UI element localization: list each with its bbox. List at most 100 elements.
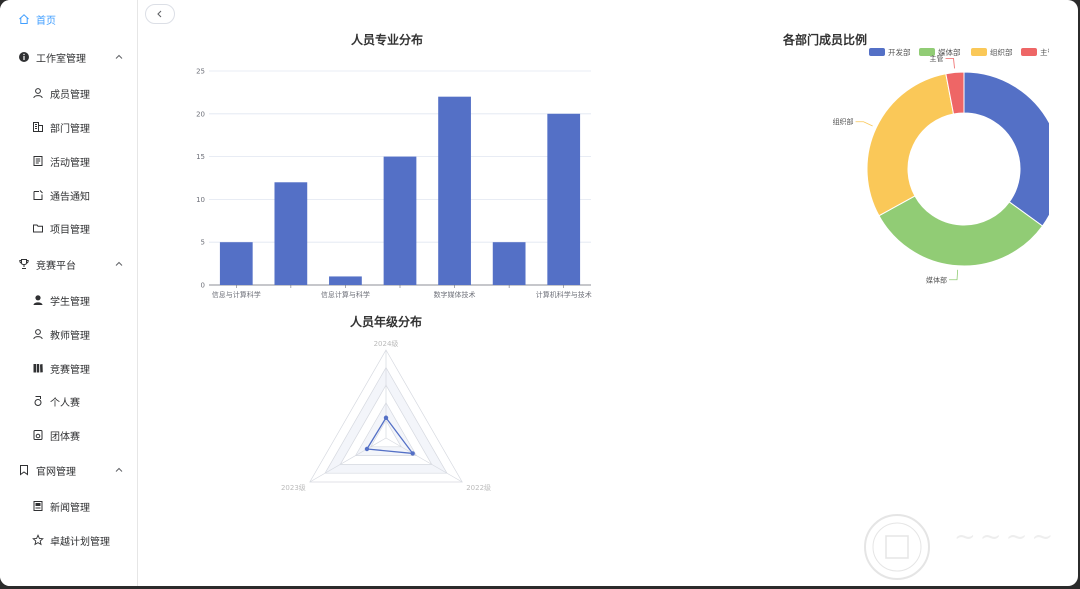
radar-indicator-label: 2022级	[466, 483, 491, 492]
bookmark-icon	[18, 464, 30, 476]
x-tick-label: 信息计算与科学	[321, 290, 370, 299]
sidebar-item-label: 学生管理	[50, 296, 90, 308]
pie-slice	[963, 71, 1049, 227]
sidebar-item-label: 首页	[36, 15, 56, 27]
legend-swatch	[971, 48, 987, 56]
bar	[547, 113, 581, 285]
chevron-left-icon	[157, 10, 162, 18]
sidebar-item-individual[interactable]: 个人赛	[0, 387, 138, 415]
legend-label: 开发部	[888, 47, 911, 57]
sidebar-group-studio[interactable]: 工作室管理	[0, 43, 138, 71]
chevron-up-icon	[115, 467, 123, 472]
radar-point	[410, 451, 415, 456]
department-ratio-chart: 各部门成员比例 开发部媒体部组织部主管 开发部媒体部组织部主管	[782, 32, 1049, 284]
pie-label-line	[855, 121, 873, 127]
sidebar-item-notices[interactable]: 通告通知	[0, 181, 138, 209]
pie-label: 组织部	[833, 117, 854, 126]
sidebar-item-label: 项目管理	[50, 224, 90, 236]
collapse-button[interactable]	[145, 4, 175, 24]
sidebar-group-label: 官网管理	[36, 466, 76, 478]
books-icon	[32, 362, 44, 374]
sidebar-item-home[interactable]: 首页	[0, 5, 138, 33]
sidebar-item-projects[interactable]: 项目管理	[0, 214, 138, 242]
chevron-up-icon	[115, 54, 123, 59]
radar-point	[364, 446, 370, 452]
sidebar-menu: 首页 工作室管理 成员管理 部门管理 活动管理 通告通知 项目管理 竞赛平台 学…	[0, 0, 138, 586]
pie-slice	[866, 73, 955, 217]
user-icon	[32, 328, 44, 340]
sidebar-item-label: 个人赛	[50, 397, 80, 409]
sidebar-item-excellence-plan[interactable]: 卓越计划管理	[0, 526, 138, 554]
sidebar-item-label: 通告通知	[50, 191, 90, 203]
radar-indicator-label: 2024级	[374, 339, 399, 348]
major-distribution-chart: 人员专业分布 0 5 10 15 20 25 信息与计算科学 信息计算与科学 数字媒体技术 计算…	[196, 32, 592, 299]
bar	[492, 242, 526, 285]
x-tick-label: 计算机科学与技术	[536, 290, 592, 299]
x-tick-label: 数字媒体技术	[434, 290, 476, 299]
news-icon	[32, 500, 44, 512]
trophy-icon	[18, 258, 30, 270]
bar	[329, 276, 362, 285]
sidebar-group-competition[interactable]: 竞赛平台	[0, 250, 138, 278]
y-tick-label: 25	[196, 68, 205, 76]
bar	[219, 242, 253, 285]
sidebar-item-departments[interactable]: 部门管理	[0, 113, 138, 141]
medal-box-icon	[32, 429, 44, 441]
sidebar-item-students[interactable]: 学生管理	[0, 286, 138, 314]
y-tick-label: 5	[201, 239, 205, 247]
y-tick-label: 20	[196, 110, 205, 118]
grade-distribution-chart: 人员年级分布 2024级 2022级 2023级	[281, 314, 491, 492]
building-icon	[32, 121, 44, 133]
legend-label: 组织部	[990, 47, 1013, 57]
app-window: 首页 工作室管理 成员管理 部门管理 活动管理 通告通知 项目管理 竞赛平台 学…	[0, 0, 1078, 586]
sidebar-item-label: 卓越计划管理	[50, 536, 110, 548]
user-filled-icon	[32, 294, 44, 306]
sidebar-item-label: 团体赛	[50, 431, 80, 443]
legend-swatch	[1021, 48, 1037, 56]
chart-title: 人员年级分布	[350, 314, 422, 329]
watermark-logo: ~~~~	[862, 512, 1072, 582]
chart-title: 各部门成员比例	[782, 32, 867, 47]
sidebar-item-label: 新闻管理	[50, 502, 90, 514]
sidebar-item-competitions[interactable]: 竞赛管理	[0, 354, 138, 382]
medal-icon	[32, 395, 44, 407]
sidebar-item-label: 竞赛管理	[50, 364, 90, 376]
y-tick-label: 10	[196, 196, 205, 204]
sidebar-item-members[interactable]: 成员管理	[0, 79, 138, 107]
legend-swatch	[869, 48, 885, 56]
sidebar-group-label: 工作室管理	[36, 53, 86, 65]
radar-indicator-label: 2023级	[281, 483, 306, 492]
sidebar-item-team[interactable]: 团体赛	[0, 421, 138, 449]
x-tick-label: 信息与计算科学	[212, 290, 261, 299]
sidebar-item-news[interactable]: 新闻管理	[0, 492, 138, 520]
y-tick-label: 15	[196, 153, 205, 161]
legend-label: 主管	[1040, 47, 1049, 57]
sidebar-item-label: 成员管理	[50, 89, 90, 101]
seal-icon	[864, 514, 930, 580]
sidebar-item-label: 部门管理	[50, 123, 90, 135]
main-content: 人员专业分布 0 5 10 15 20 25 信息与计算科学 信息计算与科学 数字媒体技术 计算…	[139, 0, 1078, 586]
sidebar-item-activities[interactable]: 活动管理	[0, 147, 138, 175]
radar-point	[383, 415, 389, 420]
document-icon	[32, 155, 44, 167]
pie-label: 主管	[930, 54, 944, 63]
sidebar-item-label: 教师管理	[50, 330, 90, 342]
y-tick-label: 0	[201, 282, 205, 290]
chart-title: 人员专业分布	[351, 32, 423, 47]
bar	[274, 182, 308, 285]
sidebar-group-website[interactable]: 官网管理	[0, 456, 138, 484]
folder-icon	[32, 222, 44, 234]
notice-icon	[32, 189, 44, 201]
sidebar-item-teachers[interactable]: 教师管理	[0, 320, 138, 348]
sidebar-item-label: 活动管理	[50, 157, 90, 169]
star-icon	[32, 534, 44, 546]
pie-label-line	[945, 58, 955, 69]
bar	[438, 96, 471, 286]
bar	[383, 156, 417, 285]
sidebar-group-label: 竞赛平台	[36, 260, 76, 272]
info-icon	[18, 51, 30, 63]
home-icon	[18, 13, 30, 25]
pie-label: 媒体部	[926, 275, 947, 284]
user-icon	[32, 87, 44, 99]
chevron-up-icon	[115, 261, 123, 266]
